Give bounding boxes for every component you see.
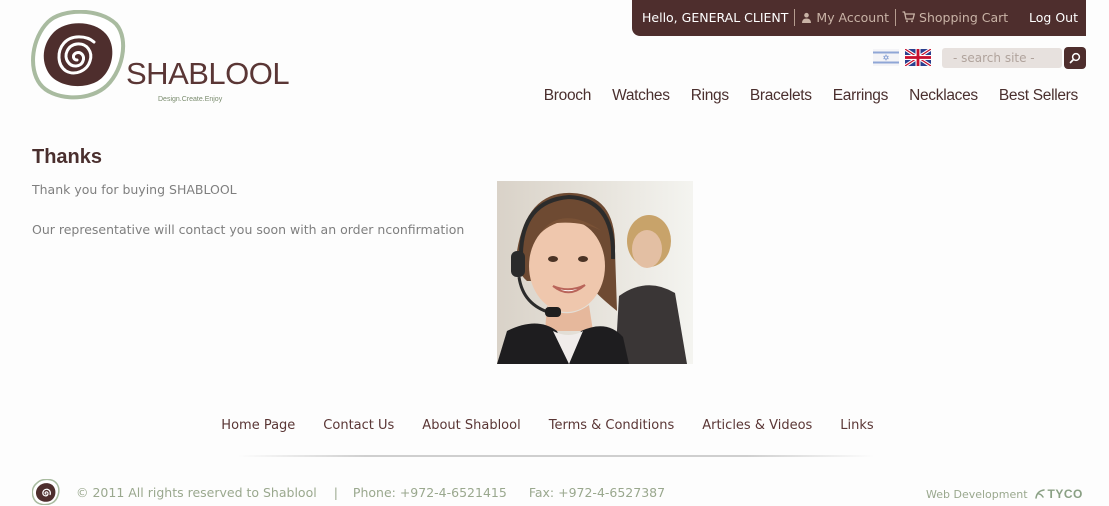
spiral-logo-icon xyxy=(31,10,126,100)
search-button[interactable] xyxy=(1064,47,1086,69)
fax-text: Fax: +972-4-6527387 xyxy=(528,485,666,500)
shopping-cart-label: Shopping Cart xyxy=(919,9,1009,25)
search-input[interactable] xyxy=(942,48,1062,68)
log-out-link[interactable]: Log Out xyxy=(1029,10,1078,25)
shablool-logo[interactable]: SHABLOOL Design.Create.Enjoy xyxy=(30,10,290,105)
divider xyxy=(794,8,796,26)
footer-link-contact[interactable]: Contact Us xyxy=(323,418,394,433)
shopping-cart-link[interactable]: Shopping Cart xyxy=(902,10,1008,25)
customer-service-photo xyxy=(497,181,693,364)
page-title: Thanks xyxy=(32,146,103,168)
my-account-label: My Account xyxy=(816,9,890,25)
footer-divider xyxy=(238,455,874,457)
tyco-label: TYCO xyxy=(1047,487,1083,501)
tyco-logo: TYCO xyxy=(1034,487,1083,501)
footer-info: © 2011 All rights reserved to Shablool | P… xyxy=(76,485,665,500)
footer-link-about[interactable]: About Shablool xyxy=(422,418,520,433)
nav-item-rings[interactable]: Rings xyxy=(691,87,729,105)
nav-item-brooch[interactable]: Brooch xyxy=(544,87,592,105)
footer-link-terms[interactable]: Terms & Conditions xyxy=(549,418,675,433)
cart-icon xyxy=(902,11,916,23)
tyco-mark-icon xyxy=(1034,489,1045,499)
footer-link-home[interactable]: Home Page xyxy=(221,418,295,433)
brand-name: SHABLOOL xyxy=(126,56,290,91)
thank-you-text: Thank you for buying SHABLOOL xyxy=(32,182,237,197)
main-navigation: Brooch Watches Rings Bracelets Earrings … xyxy=(523,87,1079,105)
nav-item-best-sellers[interactable]: Best Sellers xyxy=(999,87,1078,105)
user-icon xyxy=(801,12,812,23)
nav-item-necklaces[interactable]: Necklaces xyxy=(909,87,978,105)
uk-flag-icon[interactable] xyxy=(905,49,931,66)
nav-item-earrings[interactable]: Earrings xyxy=(833,87,889,105)
footer-logo-icon[interactable] xyxy=(32,479,60,505)
search-icon xyxy=(1069,52,1081,64)
footer-navigation: Home Page Contact Us About Shablool Term… xyxy=(0,418,1109,433)
israel-flag-icon[interactable] xyxy=(873,49,899,66)
representative-text: Our representative will contact you soon… xyxy=(32,222,465,237)
account-bar: Hello, GENERAL CLIENT My Account Shoppin… xyxy=(632,0,1086,36)
web-development-credit[interactable]: Web Development TYCO xyxy=(926,487,1083,501)
footer-separator: | xyxy=(333,485,338,500)
footer-link-articles[interactable]: Articles & Videos xyxy=(702,418,812,433)
brand-tagline: Design.Create.Enjoy xyxy=(158,96,223,103)
my-account-link[interactable]: My Account xyxy=(801,10,889,25)
divider xyxy=(895,8,897,26)
footer-link-links[interactable]: Links xyxy=(840,418,873,433)
web-development-label: Web Development xyxy=(926,487,1028,501)
phone-text: Phone: +972-4-6521415 xyxy=(352,485,507,500)
copyright-text: © 2011 All rights reserved to Shablool xyxy=(76,485,317,500)
nav-item-watches[interactable]: Watches xyxy=(612,87,670,105)
nav-item-bracelets[interactable]: Bracelets xyxy=(750,87,812,105)
greeting-text: Hello, GENERAL CLIENT xyxy=(642,9,789,25)
